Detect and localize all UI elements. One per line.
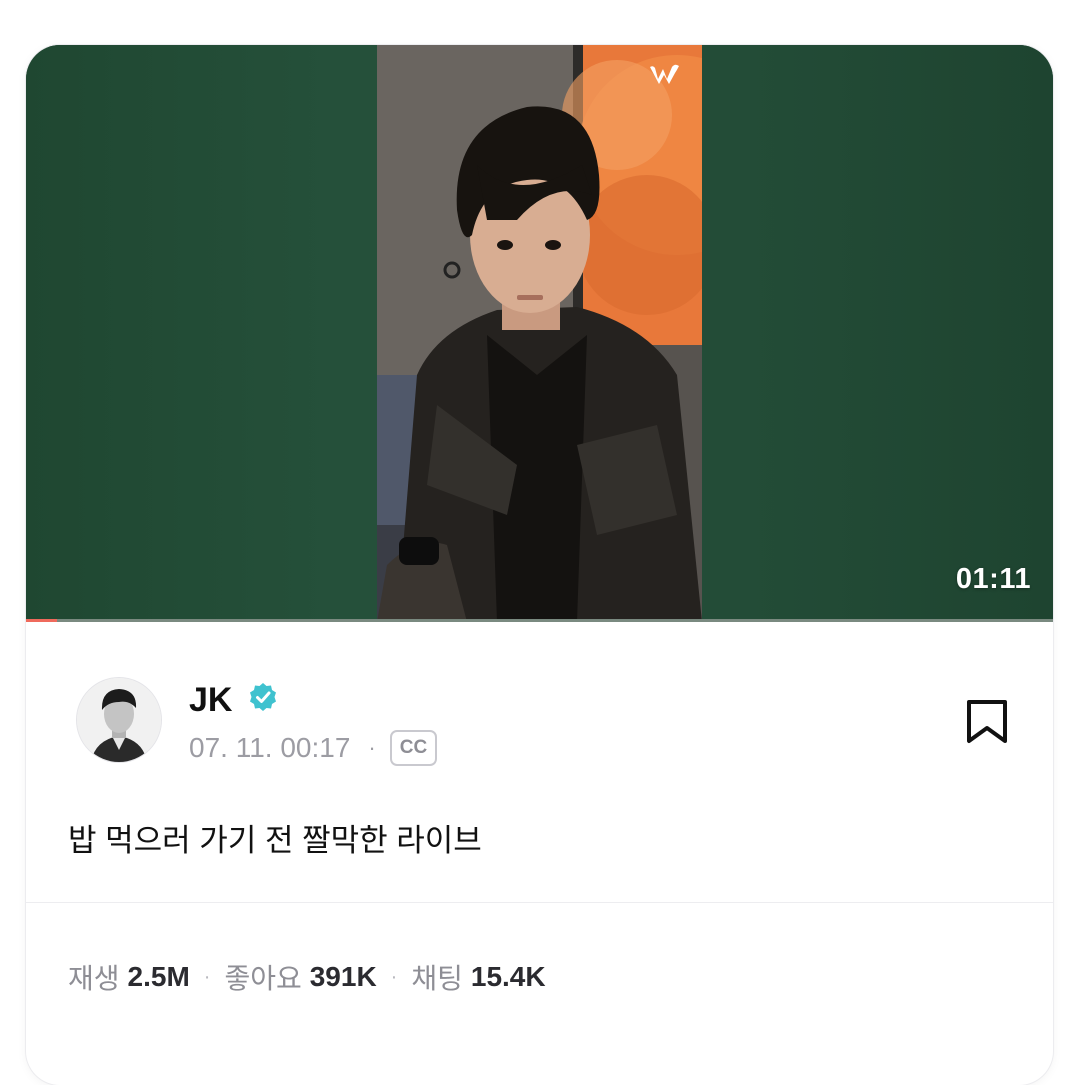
weverse-logo-icon xyxy=(650,64,679,84)
post-stats: 재생 2.5M · 좋아요 391K · 채팅 15.4K xyxy=(68,957,546,997)
post-caption: 밥 먹으러 가기 전 짤막한 라이브 xyxy=(68,823,482,858)
chats-value: 15.4K xyxy=(470,961,546,992)
stats-separator: · xyxy=(203,965,211,988)
video-duration: 01:11 xyxy=(955,563,1031,595)
video-player[interactable]: 01:11 xyxy=(26,45,1053,622)
likes-label: 좋아요 xyxy=(224,963,302,994)
meta-separator: · xyxy=(368,735,376,760)
video-frame xyxy=(377,45,702,622)
post-card: 01:11 JK 07. 11. 00:17 · CC 밥 먹으러 가기 전 짤… xyxy=(26,45,1053,1085)
avatar-image xyxy=(77,678,161,762)
progress-fill xyxy=(26,619,57,622)
post-timestamp: 07. 11. 00:17 xyxy=(189,732,351,763)
verified-badge-icon xyxy=(250,683,276,711)
stats-separator: · xyxy=(390,965,398,988)
post-meta: 07. 11. 00:17 · CC xyxy=(189,730,438,766)
author-avatar[interactable] xyxy=(76,677,162,763)
cc-badge[interactable]: CC xyxy=(389,730,438,766)
chats-label: 채팅 xyxy=(411,963,463,994)
likes-value: 391K xyxy=(309,961,377,992)
divider xyxy=(26,902,1053,903)
plays-label: 재생 xyxy=(68,963,120,994)
author-name[interactable]: JK xyxy=(189,681,232,720)
plays-value: 2.5M xyxy=(127,961,190,992)
video-thumbnail xyxy=(377,45,702,622)
bookmark-icon[interactable] xyxy=(964,698,1010,744)
progress-bar[interactable] xyxy=(26,619,1053,622)
